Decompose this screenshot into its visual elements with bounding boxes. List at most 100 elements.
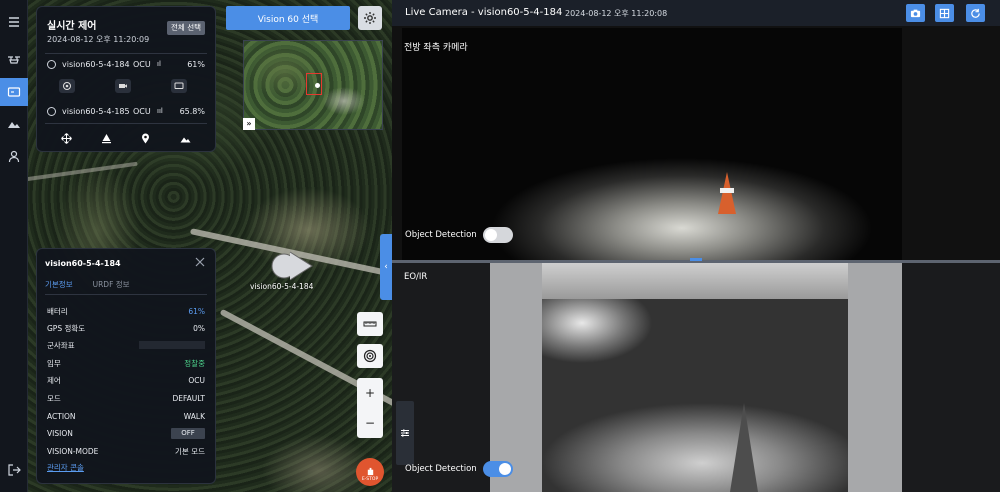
- live-camera-view: Live Camera - vision60-5-4-184 2024-08-1…: [392, 0, 1000, 492]
- user-icon[interactable]: [0, 142, 28, 170]
- settings-button[interactable]: [358, 6, 382, 30]
- info-value: WALK: [183, 411, 205, 421]
- info-row-vision: VISION OFF: [47, 427, 205, 439]
- panel-timestamp: 2024-08-12 오후 11:20:09: [47, 35, 150, 44]
- vision-toggle[interactable]: OFF: [171, 427, 205, 439]
- divider: [45, 123, 207, 124]
- divider: [45, 53, 207, 54]
- zoom-out-button[interactable]: −: [357, 408, 383, 438]
- ruler-button[interactable]: [357, 312, 383, 336]
- robot-mode: OCU: [133, 106, 151, 116]
- location-pin-icon[interactable]: [140, 133, 151, 146]
- feed-settings-button[interactable]: [396, 401, 414, 465]
- robot-row[interactable]: vision60-5-4-185 OCU ııl 65.8%: [47, 104, 205, 118]
- drone-icon[interactable]: [0, 46, 28, 74]
- info-value: 기본 모드: [175, 446, 205, 456]
- object-detection-toggle[interactable]: [482, 227, 513, 243]
- admin-console-link[interactable]: 관리자 콘솔: [47, 462, 84, 473]
- robot-radio[interactable]: [47, 106, 56, 116]
- grid-icon: [939, 8, 950, 18]
- vision-select-button[interactable]: Vision 60 선택: [226, 6, 350, 30]
- camera-feed-eoir[interactable]: [542, 263, 848, 492]
- close-icon: [195, 257, 205, 267]
- info-row-gps: GPS 정확도 0%: [47, 322, 205, 334]
- robot-map-label: vision60-5-4-184: [250, 282, 314, 291]
- info-tabs: 기본정보 URDF 정보: [45, 279, 130, 295]
- target-button[interactable]: [357, 344, 383, 368]
- panel-title: 실시간 제어: [47, 21, 97, 32]
- logout-icon[interactable]: [0, 456, 28, 484]
- robot-marker-icon[interactable]: [270, 250, 318, 282]
- gear-icon: [364, 12, 376, 24]
- ruler-icon: [363, 321, 377, 327]
- info-row-control: 제어 OCU: [47, 374, 205, 386]
- mountain-icon[interactable]: [0, 110, 28, 138]
- info-row-mode: 모드 DEFAULT: [47, 392, 205, 404]
- target-button[interactable]: [59, 79, 75, 93]
- menu-icon[interactable]: [0, 8, 28, 36]
- object-detection-label: Object Detection: [405, 230, 477, 240]
- camera-icon: [910, 9, 921, 17]
- info-row-action: ACTION WALK: [47, 410, 205, 422]
- camera-timestamp: 2024-08-12 오후 11:20:08: [565, 9, 668, 18]
- robot-info-panel: vision60-5-4-184 기본정보 URDF 정보 배터리 61% GP…: [36, 248, 216, 484]
- move-icon[interactable]: [61, 133, 73, 146]
- zoom-in-button[interactable]: +: [357, 378, 383, 408]
- ir-sky: [542, 263, 848, 299]
- target-icon: [363, 349, 377, 363]
- traffic-cone-band: [720, 188, 734, 193]
- minimap-expand-button[interactable]: »: [243, 118, 255, 130]
- refresh-button[interactable]: [966, 4, 985, 22]
- info-value: 0%: [193, 323, 205, 333]
- tab-basic-info[interactable]: 기본정보: [45, 279, 73, 295]
- camera-monitor-icon[interactable]: [0, 78, 28, 106]
- robot-radio[interactable]: [47, 59, 56, 69]
- minimap[interactable]: [243, 40, 383, 130]
- waypoint-icon[interactable]: [101, 133, 112, 146]
- collapse-panel-button[interactable]: ‹: [380, 234, 392, 300]
- object-detection-label: Object Detection: [405, 464, 477, 474]
- feed-resize-handle[interactable]: [690, 258, 702, 261]
- robot-mode: OCU: [133, 59, 151, 69]
- eoir-letterbox-right: [848, 263, 902, 492]
- info-label: 임무: [47, 358, 61, 368]
- realtime-control-panel: 실시간 제어 2024-08-12 오후 11:20:09 전체 선택 visi…: [36, 6, 216, 152]
- snapshot-button[interactable]: [906, 4, 925, 22]
- select-all-button[interactable]: 전체 선택: [167, 21, 205, 35]
- estop-icon: [367, 467, 373, 476]
- monitor-button[interactable]: [171, 79, 187, 93]
- camera-header: Live Camera - vision60-5-4-184 2024-08-1…: [392, 0, 1000, 26]
- info-label: 군사좌표: [47, 340, 75, 350]
- close-button[interactable]: [193, 255, 207, 269]
- feed-label: 전방 좌측 카메라: [404, 43, 468, 53]
- info-row-vision-mode: VISION-MODE 기본 모드: [47, 445, 205, 457]
- info-label: 모드: [47, 393, 61, 403]
- info-row-battery: 배터리 61%: [47, 305, 205, 317]
- tab-divider: [45, 294, 207, 295]
- estop-label: E-STOP: [361, 477, 379, 482]
- info-row-mission: 임무 정찰중: [47, 357, 205, 369]
- info-value: 정찰중: [184, 358, 205, 368]
- info-label: 제어: [47, 375, 61, 385]
- robot-row[interactable]: vision60-5-4-184 OCU ıl 61%: [47, 57, 205, 71]
- terrain-icon[interactable]: [180, 133, 191, 146]
- estop-button[interactable]: E-STOP: [356, 458, 384, 486]
- signal-icon: ıl: [157, 60, 161, 68]
- info-value: DEFAULT: [172, 393, 206, 403]
- left-rail: [0, 0, 28, 492]
- eoir-letterbox-left: [490, 263, 542, 492]
- object-detection-toggle[interactable]: [482, 461, 513, 477]
- robot-battery: 65.8%: [179, 106, 205, 116]
- object-detection-control: Object Detection: [405, 227, 513, 243]
- zoom-controls: + −: [357, 378, 383, 438]
- camera-feed-front-left[interactable]: [402, 28, 902, 260]
- info-value: OCU: [188, 375, 205, 385]
- video-button[interactable]: [115, 79, 131, 93]
- signal-icon: ııl: [157, 107, 163, 115]
- robot-battery: 61%: [187, 59, 205, 69]
- info-label: 배터리: [47, 306, 68, 316]
- info-label: GPS 정확도: [47, 323, 86, 333]
- grid-layout-button[interactable]: [935, 4, 954, 22]
- tab-urdf-info[interactable]: URDF 정보: [93, 279, 130, 295]
- minimap-robot-dot: [315, 83, 320, 88]
